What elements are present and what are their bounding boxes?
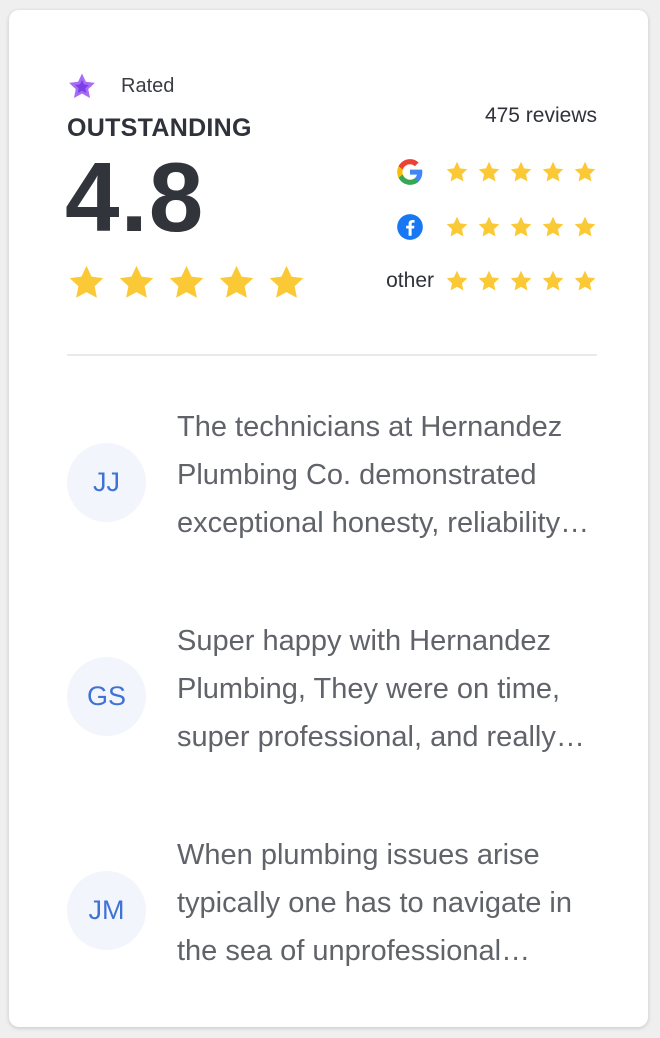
star-icon [445,269,469,293]
star-icon [217,263,256,302]
source-label-other: other [386,269,434,292]
review-item[interactable]: JJ The technicians at Hernandez Plumbing… [67,403,607,553]
review-text: Super happy with Hernandez Plumbing, The… [177,625,561,753]
star-icon [509,269,533,293]
review-text: When plumbing issues arise typically one… [177,839,572,967]
star-icon [445,160,469,184]
review-item[interactable]: JM When plumbing issues arise typically … [67,831,607,981]
star-icon [445,215,469,239]
google-icon [397,159,423,185]
total-reviews[interactable]: 475 reviews [485,104,597,128]
facebook-icon [397,214,423,240]
brand-star-icon [69,73,95,98]
other-star-rating [445,269,597,293]
star-icon [573,269,597,293]
review-text: The technicians at Hernandez Plumbing Co… [177,411,563,539]
star-icon [509,160,533,184]
star-icon [509,215,533,239]
star-icon [67,263,106,302]
star-icon [573,160,597,184]
source-row-other: other [386,269,597,293]
source-row-facebook [396,213,597,241]
google-star-rating [445,160,597,184]
facebook-star-rating [445,215,597,239]
reviews-widget: Rated OUTSTANDING 4.8 475 reviews other … [9,10,648,1027]
star-icon [477,269,501,293]
star-icon [167,263,206,302]
star-icon [117,263,156,302]
rated-label: Rated [121,74,175,97]
source-row-google [396,158,597,186]
review-item[interactable]: GS Super happy with Hernandez Plumbing, … [67,617,607,767]
star-icon [573,215,597,239]
overall-star-rating [67,263,306,302]
star-icon [541,215,565,239]
avatar: JJ [67,443,146,522]
star-icon [267,263,306,302]
avatar: GS [67,657,146,736]
divider [67,354,597,356]
overall-score: 4.8 [65,142,205,252]
star-icon [541,160,565,184]
avatar: JM [67,871,146,950]
star-icon [477,215,501,239]
rated-row: Rated [67,70,174,102]
star-icon [477,160,501,184]
rating-word: OUTSTANDING [67,114,252,142]
star-icon [541,269,565,293]
